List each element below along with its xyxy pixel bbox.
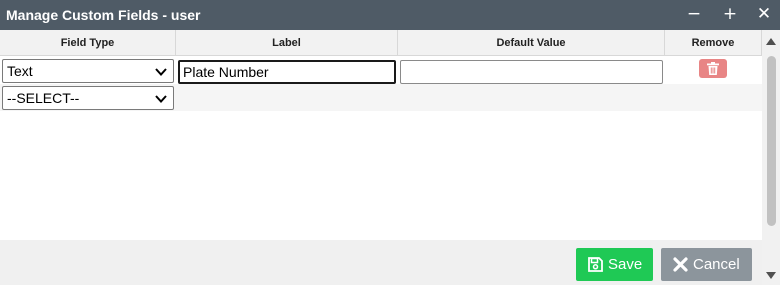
close-icon[interactable]: ✕ [754, 4, 774, 26]
maximize-icon[interactable]: + [720, 4, 740, 26]
chevron-down-icon [155, 68, 167, 76]
table-row: Text Plate Number [0, 57, 762, 84]
floppy-disk-icon [588, 257, 603, 272]
field-type-value: --SELECT-- [7, 90, 80, 106]
column-header-field-type: Field Type [0, 30, 176, 56]
scrollbar-thumb[interactable] [767, 56, 776, 226]
x-icon [673, 257, 688, 272]
chevron-down-icon [155, 95, 167, 103]
trash-icon [707, 62, 719, 75]
save-button[interactable]: Save [576, 248, 653, 281]
dialog-footer: Save Cancel [0, 240, 762, 285]
scroll-up-arrow-icon[interactable] [766, 37, 776, 45]
vertical-scrollbar[interactable] [762, 30, 780, 285]
window-title: Manage Custom Fields - user [6, 7, 201, 23]
label-input[interactable]: Plate Number [178, 60, 396, 84]
remove-row-button[interactable] [699, 59, 727, 78]
scroll-down-arrow-icon[interactable] [766, 272, 776, 280]
cancel-button[interactable]: Cancel [661, 248, 752, 281]
field-type-value: Text [7, 63, 33, 79]
column-header-default-value: Default Value [398, 30, 665, 56]
column-header-remove: Remove [665, 30, 762, 56]
default-value-input[interactable] [400, 60, 663, 84]
save-label: Save [608, 256, 643, 273]
table-row: --SELECT-- [0, 84, 762, 111]
custom-fields-table: Field Type Label Default Value Remove Te… [0, 30, 762, 240]
cancel-label: Cancel [693, 256, 740, 273]
field-type-select[interactable]: Text [2, 59, 174, 83]
table-header: Field Type Label Default Value Remove [0, 30, 762, 56]
column-header-label: Label [176, 30, 398, 56]
window-titlebar: Manage Custom Fields - user − + ✕ [0, 0, 780, 30]
minimize-icon[interactable]: − [684, 4, 704, 26]
field-type-select[interactable]: --SELECT-- [2, 86, 174, 110]
